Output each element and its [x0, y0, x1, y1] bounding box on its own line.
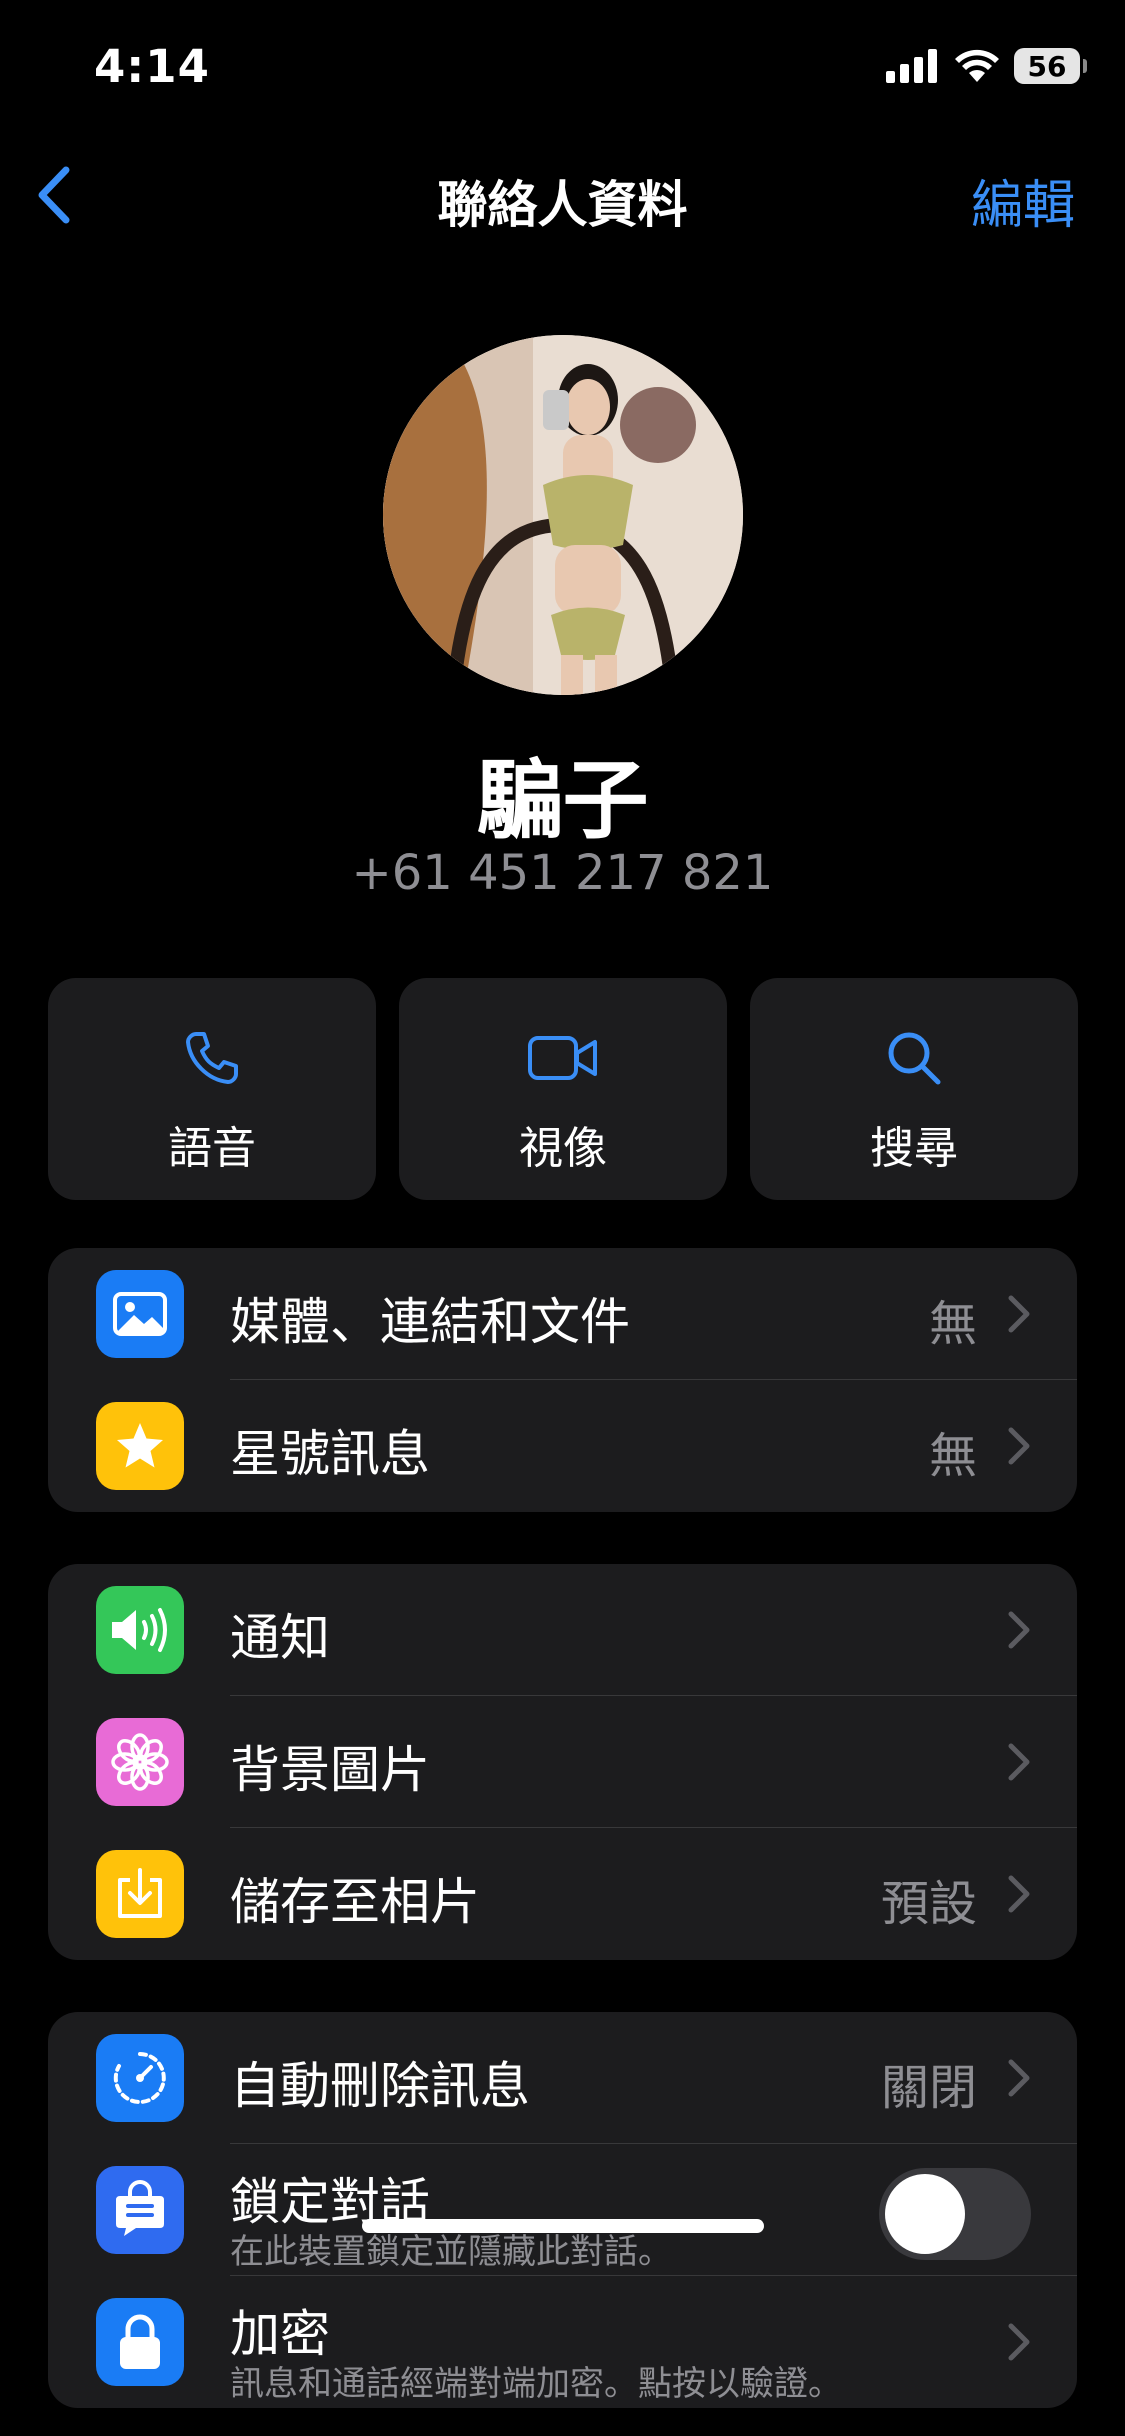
row-label: 星號訊息: [230, 1425, 430, 1483]
image-icon: [96, 1270, 184, 1358]
row-label: 自動刪除訊息: [230, 2057, 530, 2115]
row-label: 儲存至相片: [230, 1873, 480, 1931]
status-time: 4:14: [94, 40, 210, 93]
search-label: 搜尋: [870, 1123, 958, 1174]
chat-lock-icon: [96, 2166, 184, 2254]
voice-call-button[interactable]: 語音: [48, 978, 376, 1200]
save-to-photos-row[interactable]: 儲存至相片 預設: [48, 1828, 1077, 1960]
chevron-right-icon: [1008, 1295, 1030, 1333]
phone-icon: [186, 1032, 238, 1084]
battery-indicator: 56: [1014, 48, 1087, 84]
star-icon: [96, 1402, 184, 1490]
page-title: 聯絡人資料: [437, 176, 688, 234]
disappearing-messages-row[interactable]: 自動刪除訊息 關閉: [48, 2012, 1077, 2144]
home-indicator[interactable]: [362, 2219, 764, 2233]
row-value: 關閉: [880, 2060, 977, 2116]
chat-lock-toggle[interactable]: [879, 2168, 1031, 2260]
signal-icon: [886, 49, 937, 83]
video-call-label: 視像: [519, 1123, 607, 1174]
speaker-icon: [96, 1586, 184, 1674]
media-links-docs-row[interactable]: 媒體、連結和文件 無: [48, 1248, 1077, 1380]
row-value: 無: [928, 1296, 977, 1352]
chevron-right-icon: [1008, 1611, 1030, 1649]
starred-messages-row[interactable]: 星號訊息 無: [48, 1380, 1077, 1512]
wifi-icon: [955, 49, 999, 82]
video-call-button[interactable]: 視像: [399, 978, 727, 1200]
contact-phone: +61 451 217 821: [351, 845, 774, 901]
profile-photo: [383, 335, 743, 695]
privacy-group: 自動刪除訊息 關閉 鎖定對話 在此裝置鎖定並隱藏此對話。 加密 訊息和通話經端對…: [48, 2012, 1077, 2408]
search-icon: [888, 1032, 941, 1085]
chevron-right-icon: [1008, 1743, 1030, 1781]
avatar[interactable]: [383, 335, 743, 695]
chat-lock-row: 鎖定對話 在此裝置鎖定並隱藏此對話。: [48, 2144, 1077, 2276]
row-label: 通知: [230, 1609, 330, 1667]
media-group: 媒體、連結和文件 無 星號訊息 無: [48, 1248, 1077, 1512]
notifications-row[interactable]: 通知: [48, 1564, 1077, 1696]
download-icon: [96, 1850, 184, 1938]
encryption-row[interactable]: 加密 訊息和通話經端對端加密。點按以驗證。: [48, 2276, 1077, 2408]
row-subtitle: 訊息和通話經端對端加密。點按以驗證。: [230, 2364, 842, 2404]
edit-button[interactable]: 編輯: [971, 163, 1075, 238]
battery-level: 56: [1027, 49, 1067, 83]
chevron-right-icon: [1008, 1427, 1030, 1465]
search-button[interactable]: 搜尋: [750, 978, 1078, 1200]
chevron-right-icon: [1008, 2323, 1030, 2361]
voice-call-label: 語音: [168, 1123, 256, 1174]
settings-group: 通知 背景圖片 儲存至相片 預設: [48, 1564, 1077, 1960]
lock-icon: [96, 2298, 184, 2386]
contact-name: 騙子: [476, 751, 649, 851]
video-icon: [528, 1036, 597, 1080]
toggle-knob: [885, 2174, 965, 2254]
flower-icon: [96, 1718, 184, 1806]
row-label: 背景圖片: [230, 1741, 430, 1799]
row-label: 媒體、連結和文件: [230, 1293, 630, 1351]
wallpaper-row[interactable]: 背景圖片: [48, 1696, 1077, 1828]
chevron-right-icon: [1008, 2059, 1030, 2097]
chevron-right-icon: [1008, 1875, 1030, 1913]
status-icons: 56: [886, 48, 1087, 84]
timer-icon: [96, 2034, 184, 2122]
row-value: 無: [928, 1428, 977, 1484]
row-value: 預設: [880, 1876, 977, 1932]
